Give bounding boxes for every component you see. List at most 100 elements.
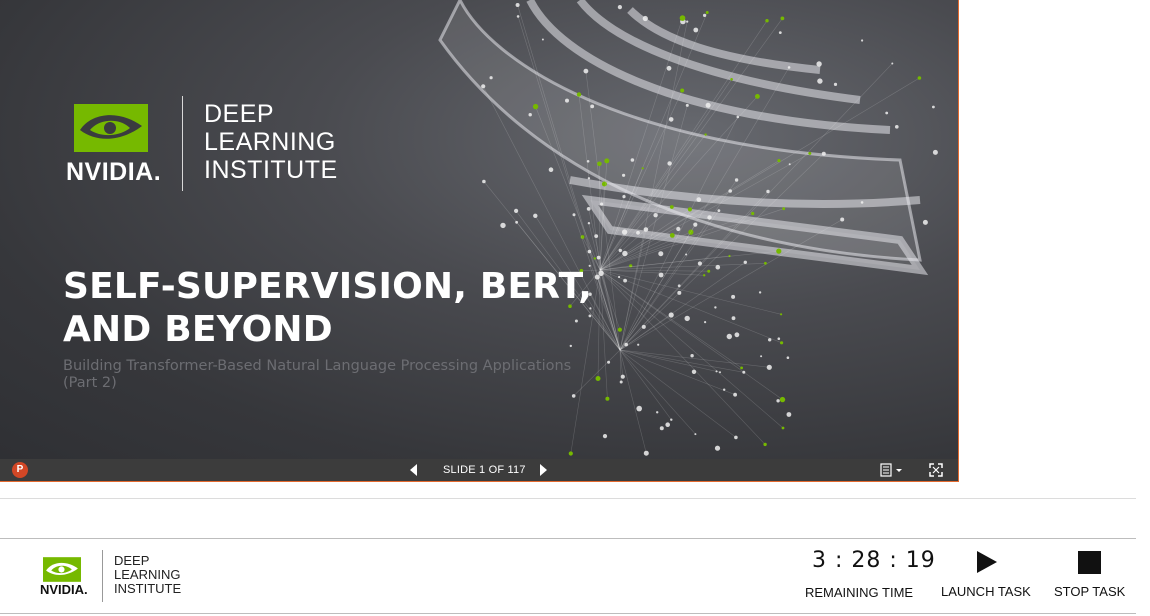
launch-task-button[interactable]: LAUNCH TASK <box>941 584 1031 599</box>
network-particle <box>666 65 672 71</box>
network-particle <box>500 222 506 229</box>
network-particle <box>703 13 707 17</box>
network-particle <box>607 360 611 364</box>
next-slide-icon[interactable] <box>538 464 548 476</box>
network-particle <box>641 167 644 170</box>
network-particle <box>636 230 640 235</box>
network-particle <box>642 15 648 22</box>
network-particle <box>687 207 692 212</box>
network-particle <box>532 103 539 110</box>
network-particle <box>594 234 599 239</box>
network-particle <box>622 195 626 199</box>
network-particle <box>601 181 607 187</box>
network-particle <box>605 396 610 401</box>
divider <box>0 538 1136 539</box>
network-particle <box>731 316 736 321</box>
network-particle <box>786 356 790 360</box>
network-particle <box>917 76 922 80</box>
network-particle <box>717 209 721 213</box>
network-particle <box>680 88 685 93</box>
slide-logo: NVIDIA. DEEP LEARNING INSTITUTE <box>66 96 356 191</box>
network-particle <box>733 392 737 397</box>
network-link <box>599 163 601 271</box>
network-particle <box>714 445 721 451</box>
powerpoint-icon[interactable]: P <box>12 462 28 478</box>
network-particle <box>932 105 935 109</box>
network-particle <box>619 380 623 384</box>
slide-subtitle: Building Transformer-Based Natural Langu… <box>63 358 572 391</box>
network-particle <box>641 324 646 329</box>
network-particle <box>726 333 732 340</box>
network-particle <box>707 269 711 273</box>
network-particle <box>764 261 767 265</box>
network-particle <box>515 3 520 7</box>
network-particle <box>776 399 780 403</box>
network-particle <box>690 354 694 358</box>
network-particle <box>565 98 569 103</box>
network-link <box>619 349 647 454</box>
network-particle <box>679 15 686 21</box>
footer-logo: NVIDIA. DEEP LEARNING INSTITUTE <box>40 550 200 602</box>
network-particle <box>895 125 899 129</box>
network-link <box>599 269 782 315</box>
fullscreen-icon[interactable] <box>929 463 943 477</box>
network-particle <box>705 102 711 108</box>
network-particle <box>760 355 763 358</box>
network-particle <box>861 39 864 42</box>
network-particle <box>604 158 610 164</box>
network-particle <box>704 321 707 324</box>
network-particle <box>684 315 690 322</box>
network-particle <box>590 104 595 109</box>
network-particle <box>766 364 772 370</box>
network-particle <box>782 207 786 211</box>
network-link <box>619 349 696 435</box>
network-particle <box>703 274 706 277</box>
network-particle <box>734 332 740 338</box>
stop-task-button[interactable]: STOP TASK <box>1054 584 1125 599</box>
network-particle <box>630 158 635 162</box>
network-particle <box>840 217 845 222</box>
network-link <box>599 269 782 344</box>
network-particle <box>583 68 589 74</box>
network-particle <box>596 255 601 260</box>
network-particle <box>780 341 784 345</box>
network-particle <box>621 229 628 235</box>
previous-slide-icon[interactable] <box>409 464 419 476</box>
network-particle <box>766 189 770 194</box>
notes-icon[interactable] <box>880 463 906 477</box>
network-particle <box>568 451 573 456</box>
nvidia-wordmark: NVIDIA. <box>40 582 88 597</box>
network-particle <box>715 264 721 270</box>
network-particle <box>481 84 486 89</box>
network-particle <box>777 337 781 341</box>
network-particle <box>922 219 928 225</box>
network-particle <box>816 61 822 67</box>
network-particle <box>548 167 554 172</box>
network-particle <box>576 92 582 97</box>
network-particle <box>602 434 608 439</box>
nvidia-eye-icon <box>43 557 81 582</box>
network-link <box>619 349 744 373</box>
logo-divider <box>182 96 183 191</box>
glass-arc <box>627 7 821 74</box>
network-link <box>619 262 746 351</box>
network-particle <box>833 82 838 86</box>
network-particle <box>730 78 733 81</box>
play-icon[interactable] <box>975 550 999 574</box>
slide-title: SELF-SUPERVISION, BERT, AND BEYOND <box>63 266 593 350</box>
network-particle <box>572 213 576 217</box>
network-particle <box>593 257 596 260</box>
network-particle <box>891 62 894 65</box>
network-particle <box>691 369 697 374</box>
network-particle <box>694 433 697 436</box>
network-particle <box>643 450 649 456</box>
stop-icon[interactable] <box>1078 551 1101 574</box>
network-particle <box>817 78 823 84</box>
network-particle <box>697 261 702 266</box>
network-particle <box>763 442 767 447</box>
network-particle <box>622 173 626 177</box>
slide-canvas: NVIDIA. DEEP LEARNING INSTITUTE SELF-SUP… <box>0 0 958 459</box>
network-particle <box>777 159 781 163</box>
network-particle <box>587 222 591 225</box>
network-particle <box>714 306 717 309</box>
